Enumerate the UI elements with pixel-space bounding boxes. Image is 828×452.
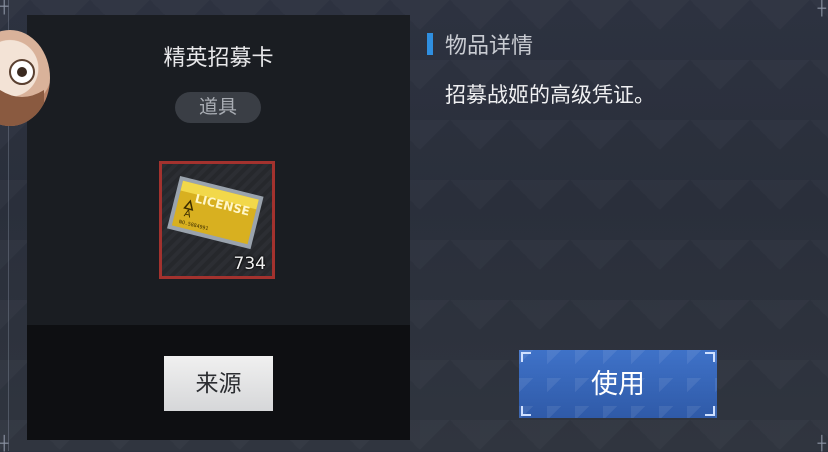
button-corner [521, 352, 531, 362]
use-button[interactable]: 使用 [519, 350, 717, 418]
left-action-bar: 来源 [27, 325, 410, 440]
heading-accent-bar [427, 33, 433, 55]
item-details-title: 物品详情 [445, 34, 534, 59]
button-corner [521, 406, 531, 416]
button-corner [705, 352, 715, 362]
item-description: 招募战姬的高级凭证。 [445, 83, 655, 107]
item-count: 734 [233, 254, 266, 274]
item-icon-slot[interactable]: LICENSE A NO.5884991 734 [159, 161, 275, 279]
use-button-label: 使用 [591, 369, 645, 399]
corner-mark-bottom-right: ┼ [817, 436, 826, 452]
item-name: 精英招募卡 [163, 46, 274, 71]
corner-mark-bottom-left: ┼ [0, 436, 9, 452]
button-corner [705, 406, 715, 416]
item-details-heading: 物品详情 [427, 28, 533, 60]
corner-mark-top-left: ┼ [0, 0, 9, 15]
corner-mark-top-right: ┼ [817, 1, 826, 17]
item-info-panel: 精英招募卡 道具 LICENSE A NO.5884991 734 来源 [27, 15, 410, 440]
item-type-badge: 道具 [175, 92, 261, 123]
source-button[interactable]: 来源 [164, 356, 273, 411]
